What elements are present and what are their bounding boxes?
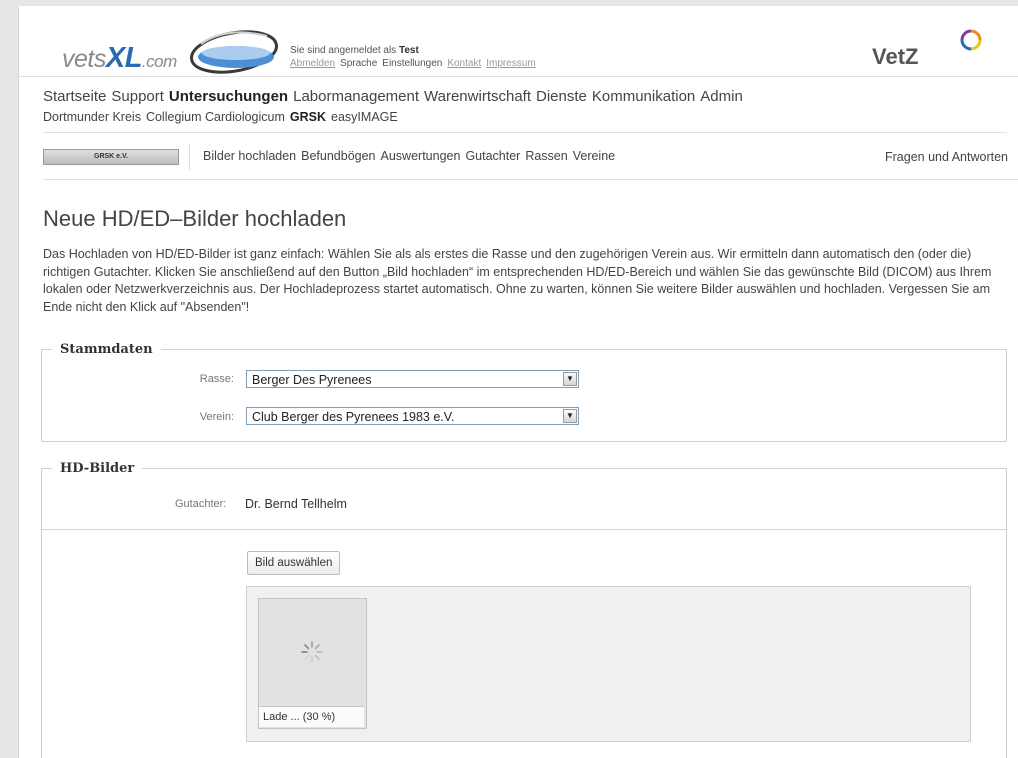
nav-untersuchungen[interactable]: Untersuchungen bbox=[169, 88, 288, 105]
stammdaten-fieldset: Stammdaten bbox=[41, 342, 1007, 442]
nav-labormanagement[interactable]: Labormanagement bbox=[293, 88, 419, 105]
logo-swoosh-icon bbox=[190, 30, 278, 74]
grsk-nav-vereine[interactable]: Vereine bbox=[573, 149, 615, 163]
vetz-ring-icon bbox=[960, 29, 982, 51]
login-status: Sie sind angemeldet als bbox=[290, 45, 397, 56]
chevron-down-icon: ▼ bbox=[563, 372, 577, 386]
divider bbox=[43, 179, 1018, 180]
rasse-select[interactable]: Berger Des Pyrenees ▼ bbox=[246, 370, 579, 388]
nav-dienste[interactable]: Dienste bbox=[536, 88, 587, 105]
nav-startseite[interactable]: Startseite bbox=[43, 88, 106, 105]
divider bbox=[43, 132, 1007, 133]
vetsxl-logo[interactable]: vetsXL.com bbox=[62, 42, 177, 75]
verein-select-value: Club Berger des Pyrenees 1983 e.V. bbox=[252, 410, 455, 424]
header: vetsXL.com Sie sind angemeldet als Test … bbox=[19, 6, 1018, 77]
gutachter-value: Dr. Bernd Tellhelm bbox=[245, 497, 347, 511]
grsk-nav-gutachter[interactable]: Gutachter bbox=[465, 149, 520, 163]
main-nav: Startseite Support Untersuchungen Labormana… bbox=[43, 88, 748, 105]
page-title: Neue HD/ED–Bilder hochladen bbox=[43, 206, 347, 231]
rasse-label: Rasse: bbox=[199, 373, 234, 385]
subnav-dortmunder-kreis[interactable]: Dortmunder Kreis bbox=[43, 110, 141, 124]
contact-link[interactable]: Kontakt bbox=[447, 58, 481, 69]
select-image-button[interactable]: Bild auswählen bbox=[247, 551, 341, 575]
nav-kommunikation[interactable]: Kommunikation bbox=[592, 88, 695, 105]
sub-nav: Dortmunder Kreis Collegium Cardiologicum G… bbox=[43, 110, 403, 124]
nav-admin[interactable]: Admin bbox=[700, 88, 743, 105]
subnav-easyimage[interactable]: easyIMAGE bbox=[331, 110, 398, 124]
faq-link[interactable]: Fragen und Antworten bbox=[885, 150, 1008, 164]
grsk-nav-rassen[interactable]: Rassen bbox=[525, 149, 567, 163]
nav-support[interactable]: Support bbox=[111, 88, 164, 105]
verein-label: Verein: bbox=[199, 411, 234, 423]
loading-spinner-icon bbox=[301, 641, 323, 663]
upload-status: Lade ... (30 %) bbox=[259, 706, 364, 727]
chevron-down-icon: ▼ bbox=[563, 409, 577, 423]
logo-prefix: vets bbox=[62, 45, 106, 73]
grsk-nav-befundboegen[interactable]: Befundbögen bbox=[301, 149, 375, 163]
user-name: Test bbox=[398, 45, 419, 56]
imprint-link[interactable]: Impressum bbox=[486, 58, 535, 69]
user-info: Sie sind angemeldet als Test Abmelden Spr… bbox=[290, 44, 541, 70]
page: vetsXL.com Sie sind angemeldet als Test … bbox=[18, 6, 1018, 758]
logo-suffix: .com bbox=[141, 52, 177, 71]
hd-bilder-legend: HD-Bilder bbox=[60, 461, 135, 476]
grsk-nav: Bilder hochladen Befundbögen Auswertungen G… bbox=[203, 149, 620, 163]
logout-link[interactable]: Abmelden bbox=[290, 58, 335, 69]
subnav-collegium-cardiologicum[interactable]: Collegium Cardiologicum bbox=[146, 110, 285, 124]
grsk-badge: GRSK e.V. bbox=[43, 149, 179, 165]
nav-warenwirtschaft[interactable]: Warenwirtschaft bbox=[424, 88, 531, 105]
gutachter-label: Gutachter: bbox=[175, 498, 227, 510]
subnav-grsk[interactable]: GRSK bbox=[290, 110, 326, 124]
grsk-nav-bilder-hochladen[interactable]: Bilder hochladen bbox=[203, 149, 296, 163]
divider bbox=[189, 143, 190, 170]
stammdaten-legend: Stammdaten bbox=[60, 342, 153, 357]
grsk-nav-auswertungen[interactable]: Auswertungen bbox=[381, 149, 461, 163]
intro-text: Das Hochladen von HD/ED-Bilder ist ganz … bbox=[43, 247, 992, 314]
vetz-logo[interactable]: VetZ bbox=[872, 44, 918, 70]
settings-link[interactable]: Einstellungen bbox=[382, 58, 442, 69]
rasse-select-value: Berger Des Pyrenees bbox=[252, 373, 372, 387]
divider bbox=[42, 529, 1006, 530]
logo-xl: XL bbox=[105, 42, 143, 74]
language-link[interactable]: Sprache bbox=[340, 58, 377, 69]
verein-select[interactable]: Club Berger des Pyrenees 1983 e.V. ▼ bbox=[246, 407, 579, 425]
